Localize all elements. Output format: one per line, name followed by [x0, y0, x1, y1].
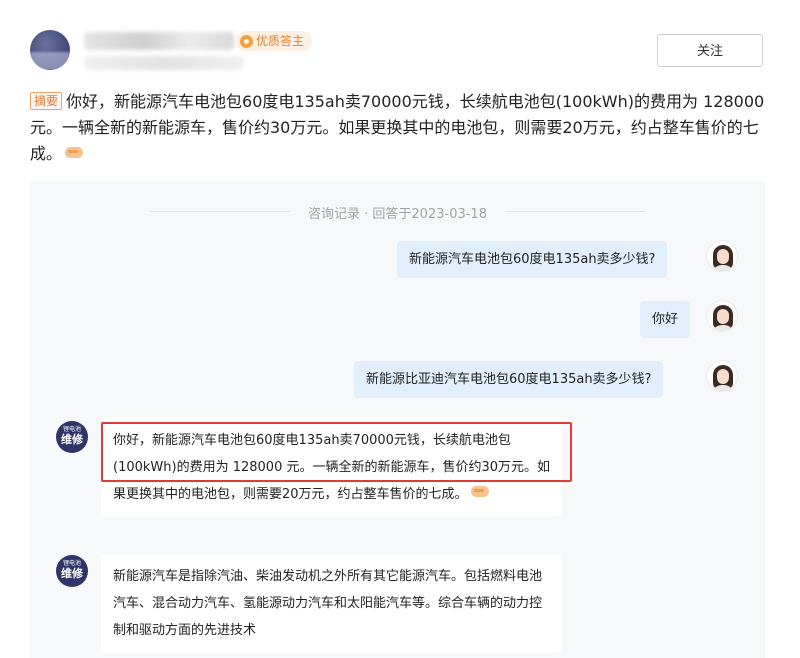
quality-answerer-badge: 优质答主 [236, 31, 313, 51]
user-message-2: 你好 [640, 301, 691, 338]
answerer-avatar[interactable] [30, 30, 70, 70]
user-message-3: 新能源比亚迪汽车电池包60度电135ah卖多少钱? [354, 361, 664, 398]
user-avatar [706, 360, 738, 392]
divider-text: 咨询记录 · 回答于2023-03-18 [308, 207, 487, 222]
bot-avatar: 锂电池 维修 [56, 421, 88, 453]
badge-label: 优质答主 [256, 34, 305, 48]
summary-text: 你好，新能源汽车电池包60度电135ah卖70000元钱，长续航电池包(100k… [30, 92, 765, 163]
bot-message-2: 新能源汽车是指除汽油、柴油发动机之外所有其它能源汽车。包括燃料电池汽车、混合动力… [101, 554, 562, 653]
answer-header: 优质答主 关注 [0, 0, 800, 84]
user-avatar [706, 240, 738, 272]
follow-button[interactable]: 关注 [657, 34, 763, 67]
consultation-divider: 咨询记录 · 回答于2023-03-18 [30, 203, 765, 222]
answer-summary: 摘要 你好，新能源汽车电池包60度电135ah卖70000元钱，长续航电池包(10… [30, 89, 770, 167]
user-message-1: 新能源汽车电池包60度电135ah卖多少钱? [397, 241, 668, 278]
highlight-annotation-box [101, 422, 572, 482]
handshake-emoji-icon [65, 147, 84, 158]
bot-avatar: 锂电池 维修 [56, 555, 88, 587]
user-avatar [706, 300, 738, 332]
answerer-subtitle-blurred [84, 56, 244, 70]
answerer-name-blurred [84, 32, 234, 50]
medal-icon [240, 34, 253, 48]
handshake-emoji-icon [470, 486, 489, 497]
summary-tag: 摘要 [30, 92, 63, 110]
